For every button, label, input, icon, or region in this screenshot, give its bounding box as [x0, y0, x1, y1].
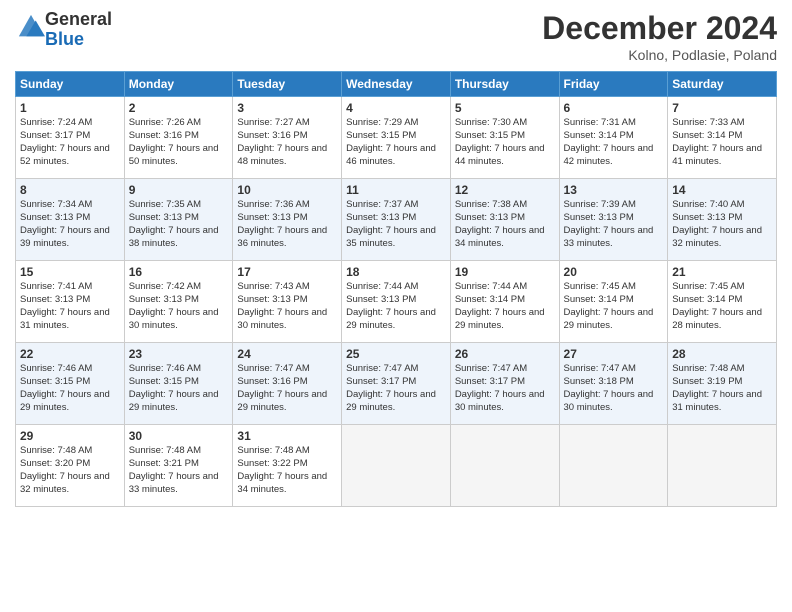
header: General Blue December 2024 Kolno, Podlas… — [15, 10, 777, 63]
day-number: 26 — [455, 346, 555, 362]
calendar-cell: 10Sunrise: 7:36 AMSunset: 3:13 PMDayligh… — [233, 179, 342, 261]
day-number: 16 — [129, 264, 229, 280]
day-number: 31 — [237, 428, 337, 444]
day-number: 13 — [564, 182, 664, 198]
logo-icon — [17, 13, 45, 41]
subtitle: Kolno, Podlasie, Poland — [542, 47, 777, 63]
calendar-cell: 5Sunrise: 7:30 AMSunset: 3:15 PMDaylight… — [450, 97, 559, 179]
calendar-cell: 16Sunrise: 7:42 AMSunset: 3:13 PMDayligh… — [124, 261, 233, 343]
calendar-cell — [450, 425, 559, 507]
day-number: 4 — [346, 100, 446, 116]
day-number: 27 — [564, 346, 664, 362]
logo-blue: Blue — [45, 29, 84, 49]
day-number: 28 — [672, 346, 772, 362]
calendar-cell — [668, 425, 777, 507]
day-number: 6 — [564, 100, 664, 116]
calendar-cell: 19Sunrise: 7:44 AMSunset: 3:14 PMDayligh… — [450, 261, 559, 343]
day-number: 11 — [346, 182, 446, 198]
calendar-cell: 30Sunrise: 7:48 AMSunset: 3:21 PMDayligh… — [124, 425, 233, 507]
day-number: 15 — [20, 264, 120, 280]
day-number: 29 — [20, 428, 120, 444]
calendar-header-sunday: Sunday — [16, 72, 125, 97]
calendar-row: 29Sunrise: 7:48 AMSunset: 3:20 PMDayligh… — [16, 425, 777, 507]
day-number: 14 — [672, 182, 772, 198]
day-number: 18 — [346, 264, 446, 280]
calendar-row: 8Sunrise: 7:34 AMSunset: 3:13 PMDaylight… — [16, 179, 777, 261]
calendar-cell: 13Sunrise: 7:39 AMSunset: 3:13 PMDayligh… — [559, 179, 668, 261]
calendar-row: 22Sunrise: 7:46 AMSunset: 3:15 PMDayligh… — [16, 343, 777, 425]
calendar-cell — [342, 425, 451, 507]
calendar-cell: 4Sunrise: 7:29 AMSunset: 3:15 PMDaylight… — [342, 97, 451, 179]
calendar: SundayMondayTuesdayWednesdayThursdayFrid… — [15, 71, 777, 507]
calendar-cell: 28Sunrise: 7:48 AMSunset: 3:19 PMDayligh… — [668, 343, 777, 425]
calendar-cell: 3Sunrise: 7:27 AMSunset: 3:16 PMDaylight… — [233, 97, 342, 179]
calendar-cell: 24Sunrise: 7:47 AMSunset: 3:16 PMDayligh… — [233, 343, 342, 425]
day-number: 25 — [346, 346, 446, 362]
calendar-header-tuesday: Tuesday — [233, 72, 342, 97]
day-number: 10 — [237, 182, 337, 198]
day-number: 17 — [237, 264, 337, 280]
calendar-row: 15Sunrise: 7:41 AMSunset: 3:13 PMDayligh… — [16, 261, 777, 343]
calendar-cell: 31Sunrise: 7:48 AMSunset: 3:22 PMDayligh… — [233, 425, 342, 507]
calendar-cell: 18Sunrise: 7:44 AMSunset: 3:13 PMDayligh… — [342, 261, 451, 343]
calendar-cell: 27Sunrise: 7:47 AMSunset: 3:18 PMDayligh… — [559, 343, 668, 425]
calendar-cell: 20Sunrise: 7:45 AMSunset: 3:14 PMDayligh… — [559, 261, 668, 343]
day-number: 24 — [237, 346, 337, 362]
calendar-row: 1Sunrise: 7:24 AMSunset: 3:17 PMDaylight… — [16, 97, 777, 179]
calendar-cell: 6Sunrise: 7:31 AMSunset: 3:14 PMDaylight… — [559, 97, 668, 179]
calendar-header-friday: Friday — [559, 72, 668, 97]
calendar-header-row: SundayMondayTuesdayWednesdayThursdayFrid… — [16, 72, 777, 97]
day-number: 23 — [129, 346, 229, 362]
day-number: 19 — [455, 264, 555, 280]
calendar-header-saturday: Saturday — [668, 72, 777, 97]
logo-general: General — [45, 9, 112, 29]
day-number: 21 — [672, 264, 772, 280]
calendar-cell: 17Sunrise: 7:43 AMSunset: 3:13 PMDayligh… — [233, 261, 342, 343]
calendar-cell: 23Sunrise: 7:46 AMSunset: 3:15 PMDayligh… — [124, 343, 233, 425]
day-number: 5 — [455, 100, 555, 116]
day-number: 30 — [129, 428, 229, 444]
calendar-cell: 14Sunrise: 7:40 AMSunset: 3:13 PMDayligh… — [668, 179, 777, 261]
day-number: 22 — [20, 346, 120, 362]
calendar-cell: 1Sunrise: 7:24 AMSunset: 3:17 PMDaylight… — [16, 97, 125, 179]
calendar-header-thursday: Thursday — [450, 72, 559, 97]
day-number: 2 — [129, 100, 229, 116]
calendar-cell: 12Sunrise: 7:38 AMSunset: 3:13 PMDayligh… — [450, 179, 559, 261]
calendar-cell — [559, 425, 668, 507]
day-number: 7 — [672, 100, 772, 116]
day-number: 9 — [129, 182, 229, 198]
calendar-cell: 11Sunrise: 7:37 AMSunset: 3:13 PMDayligh… — [342, 179, 451, 261]
logo: General Blue — [15, 10, 112, 50]
day-number: 1 — [20, 100, 120, 116]
calendar-cell: 9Sunrise: 7:35 AMSunset: 3:13 PMDaylight… — [124, 179, 233, 261]
main-title: December 2024 — [542, 10, 777, 47]
calendar-cell: 21Sunrise: 7:45 AMSunset: 3:14 PMDayligh… — [668, 261, 777, 343]
calendar-cell: 22Sunrise: 7:46 AMSunset: 3:15 PMDayligh… — [16, 343, 125, 425]
calendar-cell: 26Sunrise: 7:47 AMSunset: 3:17 PMDayligh… — [450, 343, 559, 425]
page-container: General Blue December 2024 Kolno, Podlas… — [0, 0, 792, 612]
calendar-cell: 25Sunrise: 7:47 AMSunset: 3:17 PMDayligh… — [342, 343, 451, 425]
calendar-cell: 7Sunrise: 7:33 AMSunset: 3:14 PMDaylight… — [668, 97, 777, 179]
calendar-cell: 8Sunrise: 7:34 AMSunset: 3:13 PMDaylight… — [16, 179, 125, 261]
logo-text: General Blue — [45, 10, 112, 50]
calendar-header-monday: Monday — [124, 72, 233, 97]
title-block: December 2024 Kolno, Podlasie, Poland — [542, 10, 777, 63]
calendar-header-wednesday: Wednesday — [342, 72, 451, 97]
day-number: 8 — [20, 182, 120, 198]
day-number: 20 — [564, 264, 664, 280]
calendar-cell: 29Sunrise: 7:48 AMSunset: 3:20 PMDayligh… — [16, 425, 125, 507]
calendar-cell: 15Sunrise: 7:41 AMSunset: 3:13 PMDayligh… — [16, 261, 125, 343]
day-number: 3 — [237, 100, 337, 116]
day-number: 12 — [455, 182, 555, 198]
calendar-cell: 2Sunrise: 7:26 AMSunset: 3:16 PMDaylight… — [124, 97, 233, 179]
